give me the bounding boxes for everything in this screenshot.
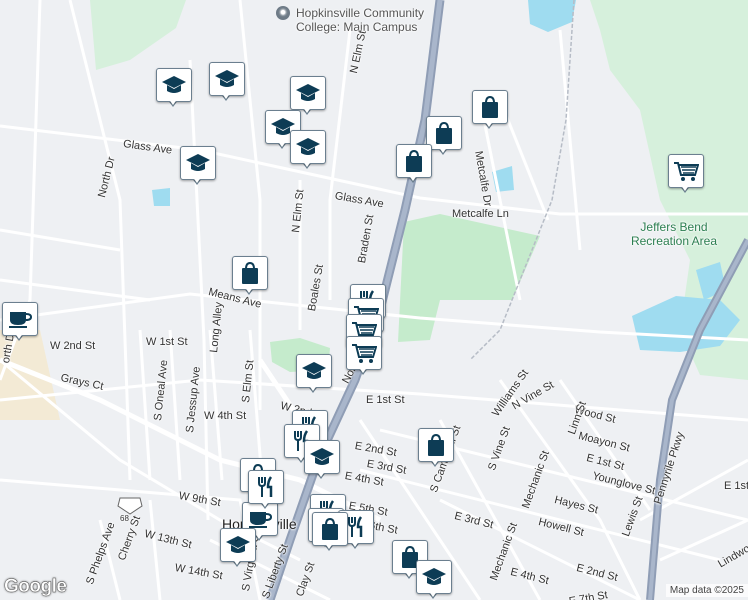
school-icon <box>161 74 187 96</box>
cafe-marker[interactable] <box>2 302 38 342</box>
shopping-bag-icon <box>479 95 501 119</box>
google-logo: Google <box>4 576 67 597</box>
school-icon <box>301 360 327 382</box>
shopping-bag-icon <box>425 433 447 457</box>
school-marker[interactable] <box>156 68 192 108</box>
grocery-marker[interactable] <box>668 154 704 194</box>
school-marker[interactable] <box>416 560 452 600</box>
school-marker[interactable] <box>220 528 256 568</box>
school-marker[interactable] <box>304 440 340 480</box>
school-icon <box>185 152 211 174</box>
school-marker[interactable] <box>296 354 332 394</box>
store-marker[interactable] <box>312 512 348 552</box>
shopping-bag-icon <box>403 149 425 173</box>
map-attribution[interactable]: Map data ©2025 <box>665 584 748 597</box>
school-marker[interactable] <box>209 62 245 102</box>
school-icon <box>225 534 251 556</box>
us-68-shield <box>117 497 143 515</box>
school-marker[interactable] <box>180 146 216 186</box>
school-icon <box>295 136 321 158</box>
school-icon <box>214 68 240 90</box>
school-icon <box>295 82 321 104</box>
shopping-bag-icon <box>239 261 261 285</box>
shopping-bag-icon <box>319 517 341 541</box>
school-icon <box>309 446 335 468</box>
store-marker[interactable] <box>232 256 268 296</box>
shopping-bag-icon <box>433 121 455 145</box>
store-marker[interactable] <box>418 428 454 468</box>
cafe-icon <box>247 509 273 529</box>
cart-icon <box>673 160 699 182</box>
restaurant-icon <box>346 515 366 539</box>
grocery-marker[interactable] <box>346 336 382 376</box>
cafe-icon <box>7 309 33 329</box>
store-marker[interactable] <box>472 90 508 130</box>
cart-icon <box>351 342 377 364</box>
restaurant-icon <box>256 475 276 499</box>
school-icon <box>421 566 447 588</box>
map-canvas[interactable]: ● Hopkinsville Community College: Main Ca… <box>0 0 748 600</box>
store-marker[interactable] <box>396 144 432 184</box>
school-marker[interactable] <box>290 130 326 170</box>
restaurant-marker[interactable] <box>248 470 284 510</box>
